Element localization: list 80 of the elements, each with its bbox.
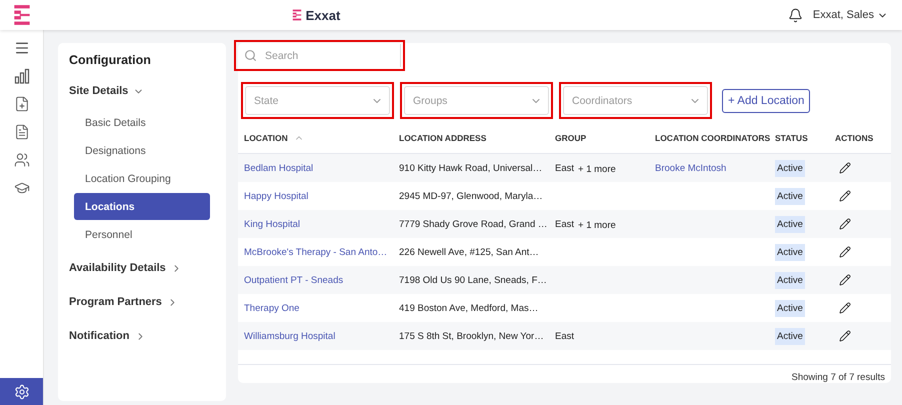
edit-icon bbox=[839, 218, 851, 230]
table-cell-text: 2945 MD-97, Glenwood, Maryla… bbox=[398, 190, 544, 202]
status-badge: Active bbox=[775, 160, 805, 176]
status-badge: Active bbox=[775, 300, 805, 316]
status-badge: Active bbox=[775, 188, 805, 204]
edit-button[interactable] bbox=[839, 162, 851, 174]
column-header[interactable]: LOCATION bbox=[238, 133, 393, 143]
file-plus-icon bbox=[14, 96, 30, 112]
filter-input[interactable]: Coordinators bbox=[572, 87, 689, 114]
location-link[interactable]: Outpatient PT - Sneads bbox=[238, 274, 393, 286]
location-link[interactable]: McBrooke's Therapy - San Anto… bbox=[238, 246, 393, 258]
users-icon bbox=[14, 152, 30, 168]
nav-section[interactable]: Notification bbox=[58, 326, 146, 346]
table-cell-text: 175 S 8th St, Brooklyn, New Yor… bbox=[398, 330, 545, 342]
brand-name: Exxat bbox=[306, 8, 340, 22]
nav-section[interactable]: Program Partners bbox=[58, 292, 178, 312]
edit-icon bbox=[839, 274, 851, 286]
nav-item[interactable]: Basic Details bbox=[74, 109, 210, 136]
column-header: GROUP bbox=[554, 133, 588, 143]
status-badge: Active bbox=[775, 244, 805, 260]
search-icon bbox=[244, 49, 257, 62]
edit-button[interactable] bbox=[839, 246, 851, 258]
table-cell-text: 226 Newell Ave, #125, San Ant… bbox=[398, 246, 540, 258]
settings-icon bbox=[14, 384, 30, 400]
table-cell-text: 910 Kitty Hawk Road, Universal… bbox=[398, 162, 544, 174]
edit-icon bbox=[839, 330, 851, 342]
search-field[interactable]: Search bbox=[238, 44, 401, 67]
table-cell-text: 7779 Shady Grove Road, Grand … bbox=[398, 218, 548, 230]
edit-button[interactable] bbox=[839, 218, 851, 230]
location-link[interactable]: King Hospital bbox=[238, 218, 393, 230]
notification-bell-icon[interactable] bbox=[788, 8, 803, 22]
menu-icon bbox=[14, 40, 30, 56]
filter-dropdown[interactable]: State bbox=[245, 86, 390, 115]
nav-item[interactable]: Locations bbox=[74, 193, 210, 220]
table-cell-text: 7198 Old Us 90 Lane, Sneads, F… bbox=[398, 274, 548, 286]
nav-section[interactable]: Availability Details bbox=[58, 258, 182, 278]
column-header: ACTIONS bbox=[834, 133, 874, 143]
column-header: LOCATION ADDRESS bbox=[398, 133, 488, 143]
edit-button[interactable] bbox=[839, 330, 851, 342]
more-text: + 1 more bbox=[578, 164, 616, 175]
edit-icon bbox=[839, 246, 851, 258]
brand-logo-icon bbox=[290, 9, 303, 21]
filter-dropdown[interactable]: Coordinators bbox=[563, 86, 708, 115]
results-count: Showing 7 of 7 results bbox=[792, 372, 885, 383]
filter-input[interactable]: State bbox=[254, 87, 371, 114]
more-text: + 1 more bbox=[578, 220, 616, 231]
edit-icon bbox=[839, 302, 851, 314]
panel-title: Configuration bbox=[68, 53, 152, 67]
location-link[interactable]: Happy Hospital bbox=[238, 190, 393, 202]
nav-item[interactable]: Location Grouping bbox=[74, 165, 210, 192]
search-input[interactable]: Search bbox=[265, 44, 400, 67]
nav-item[interactable]: Designations bbox=[74, 137, 210, 164]
column-header: LOCATION COORDINATORS bbox=[654, 133, 769, 143]
status-badge: Active bbox=[775, 272, 805, 288]
column-header: STATUS bbox=[774, 133, 809, 143]
status-badge: Active bbox=[775, 216, 805, 232]
user-menu[interactable]: Exxat, Sales bbox=[812, 9, 888, 21]
edit-icon bbox=[839, 190, 851, 202]
group-text: East bbox=[555, 218, 574, 230]
filter-input[interactable]: Groups bbox=[413, 87, 530, 114]
edit-button[interactable] bbox=[839, 274, 851, 286]
coordinator-link[interactable]: Brooke McIntosh bbox=[649, 162, 769, 174]
add-location-button[interactable]: + Add Location bbox=[722, 88, 810, 112]
document-icon bbox=[14, 124, 30, 140]
graduation-cap-icon bbox=[14, 180, 30, 196]
table-cell-text: 419 Boston Ave, Medford, Mas… bbox=[398, 302, 540, 314]
rail-button[interactable] bbox=[0, 378, 43, 405]
location-link[interactable]: Williamsburg Hospital bbox=[238, 330, 393, 342]
group-text: East bbox=[555, 162, 574, 174]
bar-chart-icon bbox=[14, 68, 30, 84]
edit-button[interactable] bbox=[839, 190, 851, 202]
location-link[interactable]: Therapy One bbox=[238, 302, 393, 314]
status-badge: Active bbox=[775, 328, 805, 344]
edit-icon bbox=[839, 162, 851, 174]
location-link[interactable]: Bedlam Hospital bbox=[238, 162, 393, 174]
group-text: East bbox=[555, 330, 574, 342]
edit-button[interactable] bbox=[839, 302, 851, 314]
nav-item[interactable]: Personnel bbox=[74, 221, 210, 248]
filter-dropdown[interactable]: Groups bbox=[404, 86, 549, 115]
nav-section[interactable]: Site Details bbox=[58, 81, 144, 101]
